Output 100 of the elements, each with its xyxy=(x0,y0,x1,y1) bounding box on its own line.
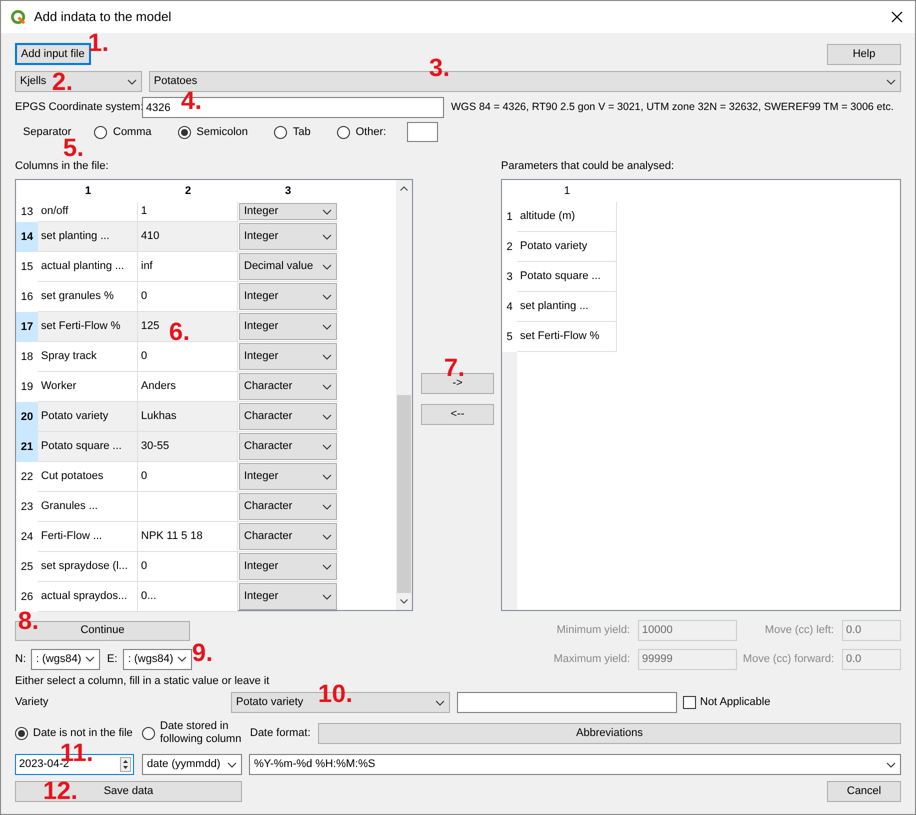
radio-label: Tab xyxy=(292,124,311,140)
checkbox-label: Not Applicable xyxy=(700,695,770,710)
type-dropdown[interactable]: Integer xyxy=(239,313,337,340)
column-header: 1 xyxy=(562,184,572,199)
table-cell: actual spraydos... xyxy=(38,582,138,612)
date-format-dropdown[interactable]: %Y-%m-%d %H:%M:%S xyxy=(249,754,901,775)
chevron-icon xyxy=(886,762,896,768)
type-dropdown[interactable]: Integer xyxy=(239,343,337,370)
save-data-button[interactable]: 12. Save data xyxy=(15,781,242,802)
type-dropdown[interactable]: Character xyxy=(239,373,337,400)
table-cell: inf xyxy=(138,252,238,282)
table-cell: Granules ... xyxy=(38,492,138,522)
section-title: Parameters that could be analysed: xyxy=(501,159,674,172)
separator-label: Separator xyxy=(23,124,72,138)
chevron-icon xyxy=(322,384,332,390)
date-type-dropdown[interactable]: date (yymmdd) xyxy=(142,754,242,775)
radio-label: Semicolon xyxy=(196,124,248,140)
table-cell: Potato variety xyxy=(517,232,617,262)
chevron-icon xyxy=(322,504,332,510)
chevron-icon xyxy=(322,208,332,214)
radio-button[interactable] xyxy=(178,126,191,138)
checkbox[interactable] xyxy=(683,696,696,709)
help-button[interactable]: Help xyxy=(827,44,901,64)
type-dropdown[interactable]: Integer xyxy=(239,463,337,490)
row-number: 14 xyxy=(16,222,38,252)
type-dropdown[interactable]: Character xyxy=(239,493,337,520)
table-cell: 0 xyxy=(138,462,238,492)
table-cell: 410 xyxy=(138,222,238,252)
scrollbar[interactable] xyxy=(396,180,412,610)
type-dropdown[interactable]: Character xyxy=(239,523,337,550)
table-cell: Spray track xyxy=(38,342,138,372)
callout-number: 2. xyxy=(52,71,73,93)
table-cell: set Ferti-Flow % xyxy=(517,322,617,352)
row-number: 2 xyxy=(502,232,517,262)
row-number: 17 xyxy=(16,312,38,342)
abbreviations-button[interactable]: Abbreviations xyxy=(318,722,901,744)
field-label: Move (cc) forward: xyxy=(742,652,835,667)
type-dropdown[interactable]: Character xyxy=(239,433,337,460)
close-icon[interactable] xyxy=(891,11,903,23)
table-cell: Potato variety xyxy=(38,402,138,432)
type-dropdown[interactable]: Integer xyxy=(239,583,337,610)
table-cell: 0 xyxy=(138,342,238,372)
table-cell: Ferti-Flow ... xyxy=(38,522,138,552)
table-cell: set granules % xyxy=(38,282,138,312)
section-title: Columns in the file: xyxy=(15,159,110,172)
chevron-icon xyxy=(177,656,187,662)
chevron-icon xyxy=(227,762,237,768)
chevron-icon xyxy=(322,234,332,240)
field-label: Date format: xyxy=(250,726,312,741)
radio-label: Comma xyxy=(113,124,152,140)
callout-number: 1. xyxy=(88,32,109,54)
table-cell: altitude (m) xyxy=(517,202,617,232)
field-label: E: xyxy=(107,652,118,667)
radio-button[interactable] xyxy=(142,726,155,740)
field-label: EPGS Coordinate system: xyxy=(15,100,142,116)
instruction-text: Either select a column, fill in a static value or leave it xyxy=(15,674,270,687)
table-cell: 1 xyxy=(138,202,238,222)
chevron-icon xyxy=(322,474,332,480)
farm-dropdown[interactable]: Kjells 2. xyxy=(15,71,142,92)
radio-button[interactable] xyxy=(15,726,28,740)
row-number: 3 xyxy=(502,262,517,292)
chevron-icon xyxy=(322,264,332,270)
chevron-icon xyxy=(322,294,332,300)
static-value-field[interactable] xyxy=(457,692,677,713)
table-cell: on/off xyxy=(38,202,138,222)
chevron-icon xyxy=(886,78,896,84)
table-cell: actual planting ... xyxy=(38,252,138,282)
hint-text: WGS 84 = 4326, RT90 2.5 gon V = 3021, UTM zone 32N = 32632, SWEREF99 TM = 3006 etc. xyxy=(451,100,894,115)
callout-number: 5. xyxy=(63,137,84,159)
type-dropdown[interactable]: Integer xyxy=(239,553,337,580)
radio-button[interactable] xyxy=(94,126,107,138)
radio-button[interactable] xyxy=(336,126,350,138)
table-cell: Potato square ... xyxy=(517,262,617,292)
type-dropdown[interactable]: Integer xyxy=(239,223,337,250)
chevron-icon xyxy=(85,656,95,662)
type-dropdown[interactable]: Decimal value xyxy=(239,253,337,280)
add-input-file-button[interactable]: Add input file xyxy=(15,43,91,65)
radio-label: Other: xyxy=(356,124,386,140)
table-cell: Potato square ... xyxy=(38,432,138,462)
radio-button[interactable] xyxy=(274,126,287,138)
chevron-icon xyxy=(322,414,332,420)
table-cell: Anders xyxy=(138,372,238,402)
radio-label: Date is not in the file xyxy=(33,726,133,740)
field-label: Minimum yield: xyxy=(556,623,631,638)
coordinate-dropdown[interactable]: : (wgs84) xyxy=(31,648,100,670)
move-button[interactable]: <-- xyxy=(421,404,494,425)
callout-number: 6. xyxy=(169,321,190,343)
spinner-icon[interactable] xyxy=(120,757,131,772)
table-cell: 0 xyxy=(138,552,238,582)
row-number: 21 xyxy=(16,432,38,462)
table-cell: Worker xyxy=(38,372,138,402)
chevron-icon xyxy=(322,564,332,570)
cancel-button[interactable]: Cancel xyxy=(827,781,901,802)
type-dropdown[interactable]: Integer xyxy=(239,203,337,220)
table-cell: set planting ... xyxy=(38,222,138,252)
type-dropdown[interactable]: Character xyxy=(239,403,337,430)
type-dropdown[interactable]: Integer xyxy=(239,283,337,310)
row-number: 1 xyxy=(502,202,517,232)
other-separator-field[interactable] xyxy=(407,122,438,142)
coordinate-dropdown[interactable]: : (wgs84) xyxy=(123,648,192,670)
